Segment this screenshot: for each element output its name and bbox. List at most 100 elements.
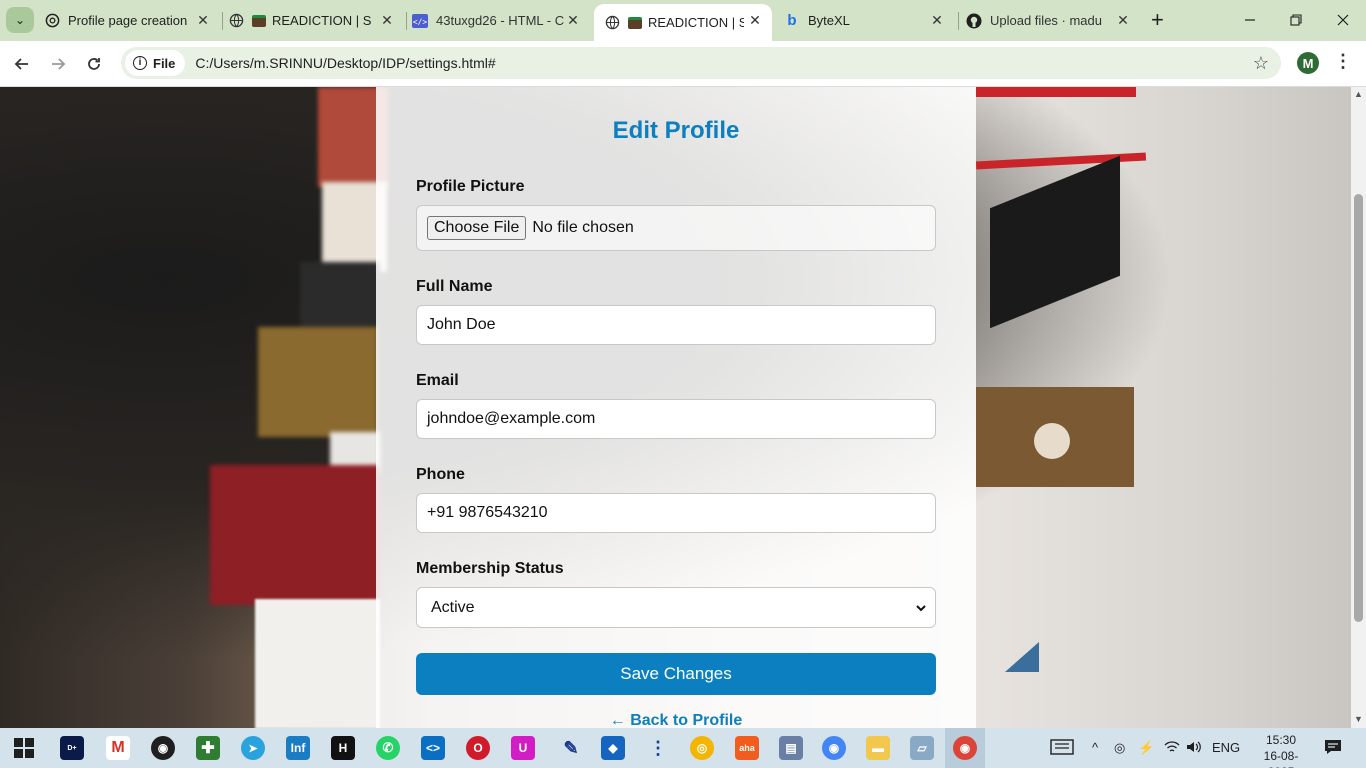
hackerrank-icon[interactable]: H [331,736,355,760]
books-icon [252,14,266,27]
restore-icon [1290,14,1302,26]
profile-avatar[interactable]: M [1297,52,1319,74]
close-tab-icon[interactable]: ✕ [748,13,762,27]
browser-menu-icon[interactable]: ⋮ [1334,51,1352,72]
browser-toolbar: i File C:/Users/m.SRINNU/Desktop/IDP/set… [0,41,1366,87]
tab-search-button[interactable]: ⌄ [6,7,34,33]
vscode-icon[interactable]: <> [421,736,445,760]
page-scrollbar[interactable]: ▲ ▼ [1351,87,1366,728]
aha-icon[interactable]: aha [735,736,759,760]
tab-separator [958,12,959,30]
profile-picture-input[interactable]: Choose File No file chosen [416,205,936,251]
choose-file-button[interactable]: Choose File [427,216,527,240]
back-button[interactable] [8,50,36,78]
close-tab-icon[interactable]: ✕ [930,13,944,27]
restore-button[interactable] [1273,6,1319,34]
background-book [1005,642,1039,672]
gmail-icon[interactable]: M [106,736,130,760]
app-icon[interactable]: ▤ [779,736,803,760]
tab-strip: ⌄ Profile page creation ✕ READICTION | S… [0,0,1366,41]
power-icon[interactable]: ⚡ [1138,740,1154,756]
close-tab-icon[interactable]: ✕ [380,13,394,27]
bookmark-star-icon[interactable]: ☆ [1253,53,1269,74]
tab-separator [406,12,407,30]
close-tab-icon[interactable]: ✕ [1116,13,1130,27]
whatsapp-icon[interactable]: ✆ [376,736,400,760]
clock-time: 15:30 [1265,733,1297,747]
tab-profile-page-creation[interactable]: Profile page creation ✕ [44,4,220,37]
language-indicator[interactable]: ENG [1212,740,1240,755]
phone-label: Phone [416,466,465,483]
url-text[interactable]: C:/Users/m.SRINNU/Desktop/IDP/settings.h… [195,55,495,71]
tab-readiction-active[interactable]: READICTION | Set ✕ [594,4,772,41]
close-tab-icon[interactable]: ✕ [196,13,210,27]
telegram-icon[interactable]: ➤ [241,736,265,760]
scroll-down-icon[interactable]: ▼ [1354,714,1363,724]
tray-chevron-up-icon[interactable]: ^ [1092,740,1098,755]
u-app-icon[interactable]: U [511,736,535,760]
page-title: Edit Profile [612,117,740,144]
site-info-chip[interactable]: i File [125,50,186,76]
close-window-button[interactable] [1320,6,1366,34]
file-explorer-icon[interactable]: ▬ [866,736,890,760]
arrow-left-icon [14,58,28,70]
minimize-button[interactable] [1227,6,1273,34]
globe-icon [228,13,244,29]
phone-field[interactable]: +91 9876543210 [416,493,936,533]
new-tab-button[interactable]: + [1151,9,1164,31]
volume-icon[interactable] [1186,740,1202,757]
chrome-canary-icon[interactable]: ◎ [690,736,714,760]
background-book [990,155,1120,329]
email-label: Email [416,372,459,389]
background-book [975,152,1147,170]
hotstar-icon[interactable]: D+ [60,736,84,760]
back-to-profile-link[interactable]: ← Back to Profile [376,712,976,728]
minimize-icon [1245,19,1255,21]
app-icon[interactable]: ⋮ [646,736,670,760]
background-book [1034,423,1070,459]
background-book [255,599,380,728]
edit-profile-card: Edit Profile Profile Picture Choose File… [376,87,976,728]
full-name-label: Full Name [416,278,493,295]
taskbar-clock[interactable]: 15:30 16-08-2025 [1251,732,1311,768]
notifications-icon[interactable] [1324,739,1342,758]
email-field[interactable]: johndoe@example.com [416,399,936,439]
page-viewport: Edit Profile Profile Picture Choose File… [0,87,1351,728]
file-status-text: No file chosen [532,219,634,236]
full-name-field[interactable]: John Doe [416,305,936,345]
tab-bytexl[interactable]: b ByteXL ✕ [784,4,954,37]
tab-html-editor[interactable]: </> 43tuxgd26 - HTML - C ✕ [412,4,590,37]
chevron-down-icon [916,604,926,611]
github-icon[interactable]: ◉ [151,736,175,760]
app-icon[interactable]: ▱ [910,736,934,760]
background-book [210,465,380,605]
wifi-icon[interactable] [1164,740,1180,757]
app-icon[interactable]: ✚ [196,736,220,760]
close-tab-icon[interactable]: ✕ [566,13,580,27]
email-value: johndoe@example.com [427,410,596,427]
tab-github-upload[interactable]: Upload files · madubl ✕ [966,4,1140,37]
chevron-down-icon: ⌄ [14,13,26,27]
pen-app-icon[interactable]: ✎ [559,736,583,760]
tab-title: ByteXL [808,13,850,28]
address-bar[interactable]: i File C:/Users/m.SRINNU/Desktop/IDP/set… [121,47,1281,79]
scroll-up-icon[interactable]: ▲ [1354,89,1363,99]
app-icon[interactable]: ◆ [601,736,625,760]
membership-status-select[interactable]: Active [416,587,936,628]
site-info-label: File [153,55,176,71]
infosys-icon[interactable]: Inf [286,736,310,760]
tab-readiction-1[interactable]: READICTION | Set ✕ [228,4,404,37]
chrome-active-icon[interactable]: ◉ [953,736,977,760]
location-icon[interactable]: ◎ [1114,740,1125,756]
opera-icon[interactable]: O [466,736,490,760]
scrollbar-thumb[interactable] [1354,194,1363,622]
save-changes-button[interactable]: Save Changes [416,653,936,695]
forward-button[interactable] [44,50,72,78]
reload-button[interactable] [80,50,108,78]
tab-title: READICTION | Set [272,13,372,28]
phone-value: +91 9876543210 [427,504,548,521]
windows-start-icon[interactable] [12,736,36,760]
display-icon[interactable] [1050,738,1074,759]
chrome-icon[interactable]: ◉ [822,736,846,760]
tab-title: Upload files · madubl [990,13,1102,28]
